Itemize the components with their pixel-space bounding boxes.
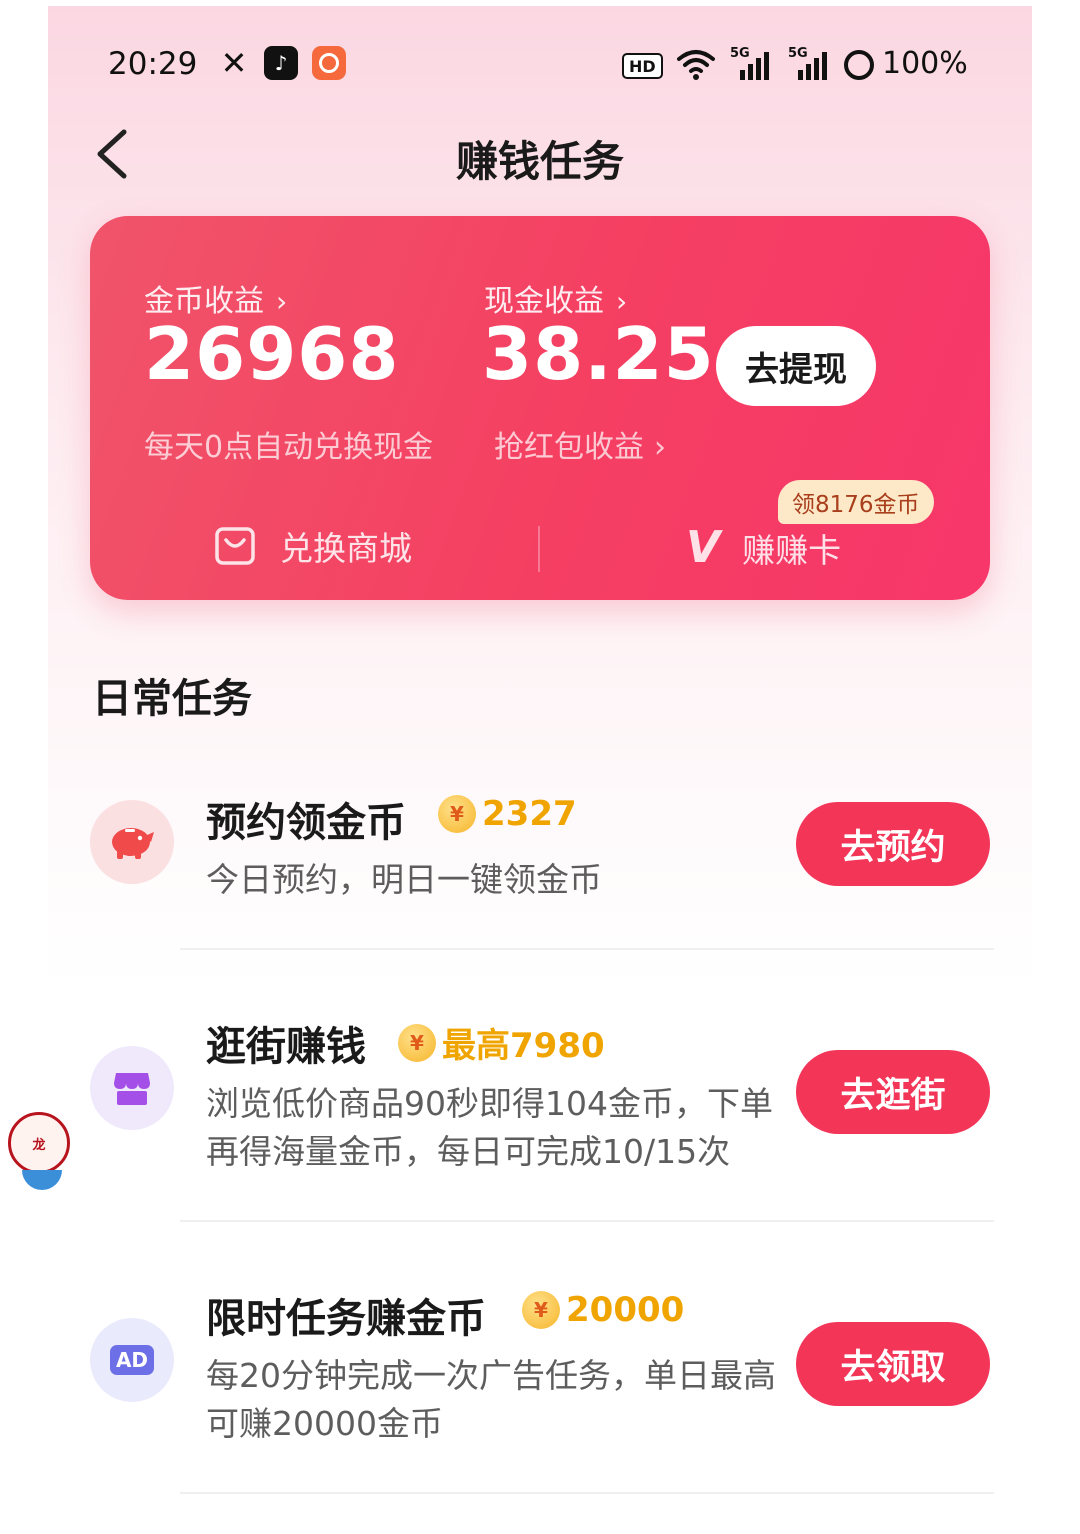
coin-icon: ¥: [438, 795, 476, 833]
wifi-icon: [676, 46, 716, 82]
camera-app-icon: [312, 46, 346, 80]
task-description: 浏览低价商品90秒即得104金币，下单再得海量金币，每日可完成10/15次: [206, 1084, 773, 1171]
coin-icon: ¥: [522, 1291, 560, 1329]
task-title: 预约领金币: [206, 800, 406, 846]
task-description: 今日预约，明日一键领金币: [206, 860, 602, 899]
coin-exchange-note: 每天0点自动兑换现金: [144, 430, 434, 465]
chevron-right-icon: ›: [654, 430, 666, 465]
task-divider: [180, 1492, 994, 1494]
red-packet-label: 抢红包收益: [494, 430, 644, 465]
reserve-button[interactable]: 去预约: [796, 802, 990, 886]
earnings-card: 金币收益 › 26968 每天0点自动兑换现金 现金收益 › 38.25 去提现 抢…: [90, 216, 990, 600]
task-description: 每20分钟完成一次广告任务，单日最高可赚20000金币: [206, 1356, 776, 1443]
piggy-bank-icon: [90, 800, 174, 884]
coin-balance: 26968: [144, 312, 400, 396]
coin-icon: ¥: [398, 1023, 436, 1062]
tiktok-icon: ♪: [264, 46, 298, 80]
daily-tasks-title: 日常任务: [92, 676, 252, 722]
withdraw-button[interactable]: 去提现: [716, 326, 876, 406]
red-packet-earnings-link[interactable]: 抢红包收益 ›: [494, 422, 666, 466]
hd-voice-icon: HD: [622, 53, 663, 79]
ad-icon: AD: [90, 1318, 174, 1402]
ad-icon-label: AD: [109, 1345, 155, 1375]
promo-badge: 领8176金币: [778, 480, 934, 524]
battery-icon: [844, 50, 874, 80]
shop-icon: [90, 1046, 174, 1130]
v-card-icon: V: [686, 522, 721, 573]
earn-card-label: 赚赚卡: [742, 530, 842, 570]
task-divider: [180, 948, 994, 950]
reward-amount: 20000: [566, 1290, 685, 1330]
status-time: 20:29: [108, 46, 198, 82]
earn-card-button[interactable]: V 赚赚卡: [686, 522, 841, 573]
reward-amount: 最高7980: [442, 1026, 605, 1066]
app-screen: 20:29 ✕ ♪ HD 5G 5G 100% 赚钱任务 金币收益 › 2696…: [48, 6, 1032, 1534]
capcut-icon: ✕: [220, 44, 248, 82]
cash-balance: 38.25: [482, 312, 715, 396]
status-bar: 20:29 ✕ ♪ HD 5G 5G 100%: [48, 6, 1032, 126]
task-reward: ¥ 20000: [522, 1290, 684, 1330]
signal-icon-sim2: 5G: [788, 46, 830, 80]
exchange-mall-label: 兑换商城: [280, 529, 412, 568]
task-title: 逛街赚钱: [206, 1024, 366, 1070]
task-title: 限时任务赚金币: [206, 1296, 486, 1342]
watermark-seal: 龙: [8, 1112, 70, 1174]
task-reward: ¥ 最高7980: [398, 1018, 605, 1067]
browse-shop-button[interactable]: 去逛街: [796, 1050, 990, 1134]
shopping-bag-icon: [215, 527, 255, 565]
task-divider: [180, 1220, 994, 1222]
page-title: 赚钱任务: [455, 137, 624, 186]
reward-amount: 2327: [482, 794, 577, 834]
task-reward: ¥ 2327: [438, 794, 577, 834]
signal-icon-sim1: 5G: [730, 46, 772, 80]
exchange-mall-button[interactable]: 兑换商城: [214, 522, 412, 570]
battery-level: 100%: [882, 46, 968, 81]
claim-button[interactable]: 去领取: [796, 1322, 990, 1406]
card-divider: [538, 526, 540, 572]
